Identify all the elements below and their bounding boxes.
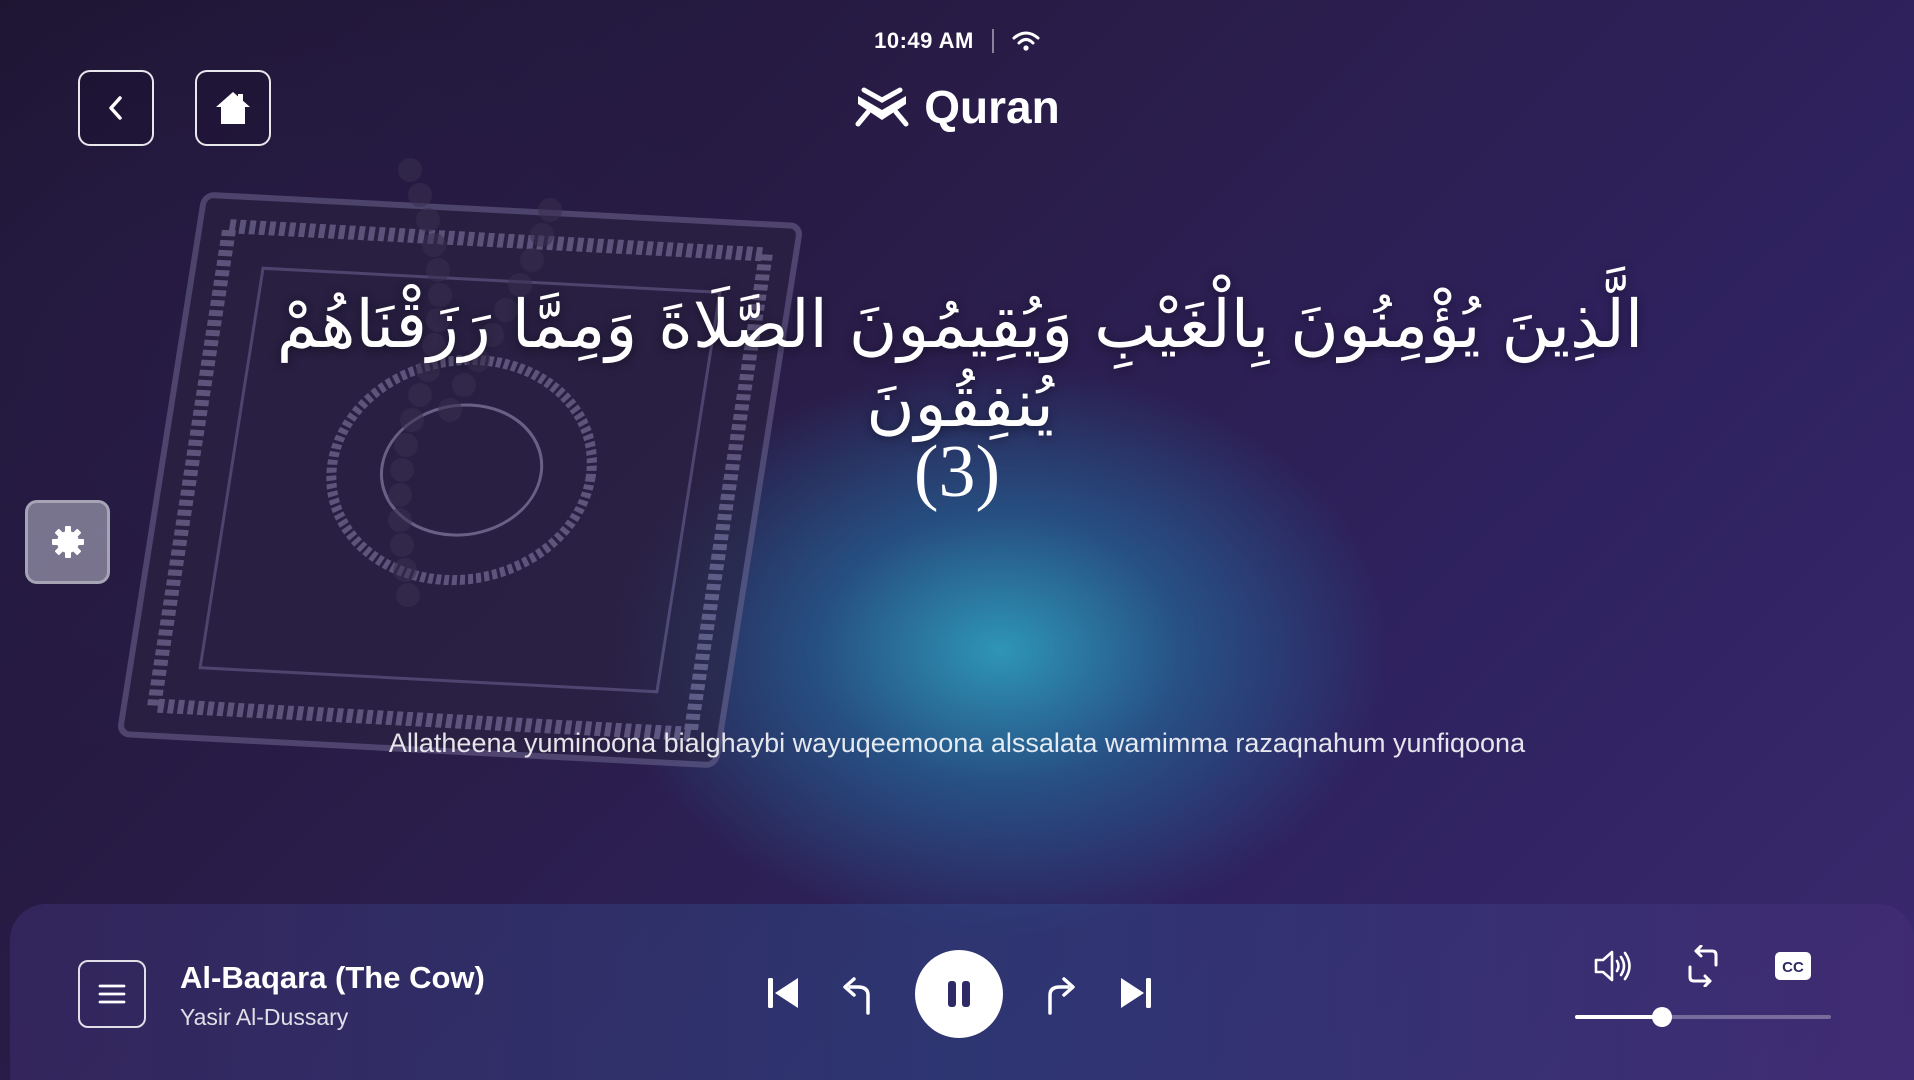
- pause-button[interactable]: [915, 950, 1003, 1038]
- volume-button[interactable]: [1590, 945, 1636, 987]
- settings-button[interactable]: [25, 500, 110, 584]
- clock: 10:49 AM: [874, 28, 974, 53]
- wifi-icon: [1012, 31, 1040, 51]
- forward-icon: [1048, 977, 1075, 1015]
- list-icon: [98, 984, 126, 1004]
- skip-next-icon: [1121, 978, 1151, 1008]
- next-button[interactable]: [1113, 970, 1159, 1016]
- repeat-icon: [1688, 945, 1718, 987]
- volume-slider[interactable]: [1575, 1007, 1831, 1027]
- page-title: Quran: [924, 81, 1060, 133]
- repeat-button[interactable]: [1683, 943, 1723, 989]
- verse-transliteration: Allatheena yuminoona bialghaybi wayuqeem…: [388, 728, 1526, 758]
- forward-button[interactable]: [1038, 970, 1082, 1020]
- verse-number: (3): [913, 431, 1001, 513]
- previous-button[interactable]: [760, 970, 806, 1016]
- verse-arabic-text: الَّذِينَ يُؤْمِنُونَ بِالْغَيْبِ وَيُقِ…: [276, 286, 1644, 443]
- svg-text:CC: CC: [1782, 959, 1804, 976]
- captions-button[interactable]: CC: [1773, 950, 1813, 982]
- app-header: Quran: [0, 80, 1914, 134]
- gear-icon: [51, 526, 84, 558]
- volume-icon: [1594, 950, 1631, 982]
- cc-icon: CC: [1775, 952, 1811, 980]
- rewind-button[interactable]: [836, 970, 880, 1020]
- track-title: Al-Baqara (The Cow): [180, 960, 485, 995]
- rewind-icon: [843, 977, 870, 1015]
- skip-previous-icon: [768, 978, 798, 1008]
- status-bar: 10:49 AM: [0, 28, 1914, 54]
- pause-icon: [948, 981, 970, 1007]
- volume-slider-thumb[interactable]: [1652, 1007, 1673, 1027]
- queue-button[interactable]: [78, 960, 146, 1028]
- volume-slider-fill: [1575, 1015, 1663, 1019]
- open-book-icon: [855, 87, 909, 127]
- reciter-name: Yasir Al-Dussary: [180, 1004, 349, 1030]
- status-divider: [991, 29, 994, 53]
